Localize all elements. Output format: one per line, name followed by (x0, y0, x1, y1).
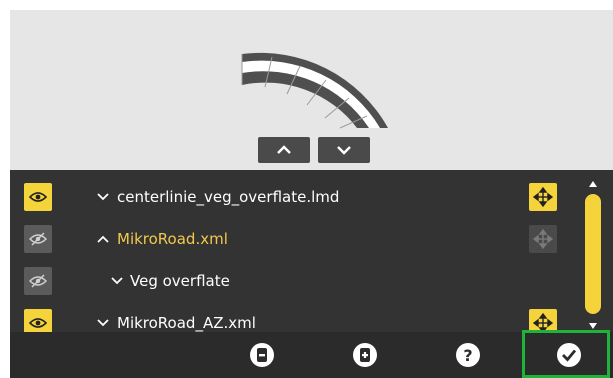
move-up-button[interactable] (258, 137, 310, 163)
confirm-check-icon (557, 343, 581, 367)
layer-row[interactable]: MikroRoad.xml (10, 218, 580, 260)
move-down-button[interactable] (318, 137, 370, 163)
expand-toggle[interactable] (108, 271, 126, 291)
road-preview-graphic (241, 52, 388, 129)
move-arrows-icon (533, 187, 553, 207)
add-layer-button[interactable] (350, 340, 380, 370)
chevron-up-icon (277, 145, 291, 154)
layer-list: centerlinie_veg_overflate.lmd MikroRoad.… (10, 170, 613, 332)
expand-toggle[interactable] (94, 229, 112, 249)
confirm-button[interactable] (554, 340, 584, 370)
chevron-down-icon (97, 319, 109, 327)
chevron-down-icon (111, 277, 123, 285)
remove-layer-button[interactable] (247, 340, 277, 370)
layer-label: MikroRoad.xml (117, 230, 228, 248)
curved-road-segment (241, 52, 388, 129)
visibility-toggle[interactable] (24, 225, 52, 253)
chevron-down-icon (337, 146, 351, 155)
layer-row[interactable]: MikroRoad_AZ.xml (10, 302, 580, 332)
scrollbar-thumb[interactable] (585, 194, 601, 314)
road-preview (10, 10, 613, 170)
move-arrows-icon (533, 229, 553, 249)
move-layer-button[interactable] (529, 225, 557, 253)
eye-hidden-icon (29, 274, 47, 288)
scroll-up-arrow[interactable] (585, 178, 601, 190)
expand-toggle[interactable] (94, 313, 112, 332)
scrollbar-track[interactable] (585, 194, 601, 324)
move-layer-button[interactable] (529, 183, 557, 211)
layer-label: Veg overflate (130, 272, 230, 290)
remove-circle-icon (250, 343, 274, 367)
help-icon: ? (456, 343, 480, 367)
eye-icon (29, 192, 47, 202)
visibility-toggle[interactable] (24, 309, 52, 332)
expand-toggle[interactable] (94, 187, 112, 207)
chevron-up-icon (97, 235, 109, 243)
add-file-icon (353, 343, 377, 367)
triangle-up-icon (589, 181, 597, 187)
eye-icon (29, 318, 47, 328)
layer-manager: centerlinie_veg_overflate.lmd MikroRoad.… (10, 10, 613, 378)
layer-label: centerlinie_veg_overflate.lmd (117, 188, 340, 206)
layer-label: MikroRoad_AZ.xml (117, 314, 256, 332)
bottom-toolbar: ? (10, 330, 613, 378)
triangle-down-icon (589, 323, 597, 329)
help-button[interactable]: ? (453, 340, 483, 370)
chevron-down-icon (97, 193, 109, 201)
layer-row[interactable]: centerlinie_veg_overflate.lmd (10, 176, 580, 218)
eye-hidden-icon (29, 232, 47, 246)
move-layer-button[interactable] (529, 309, 557, 332)
layer-row[interactable]: Veg overflate (10, 260, 580, 302)
visibility-toggle[interactable] (24, 267, 52, 295)
visibility-toggle[interactable] (24, 183, 52, 211)
svg-text:?: ? (463, 346, 472, 365)
